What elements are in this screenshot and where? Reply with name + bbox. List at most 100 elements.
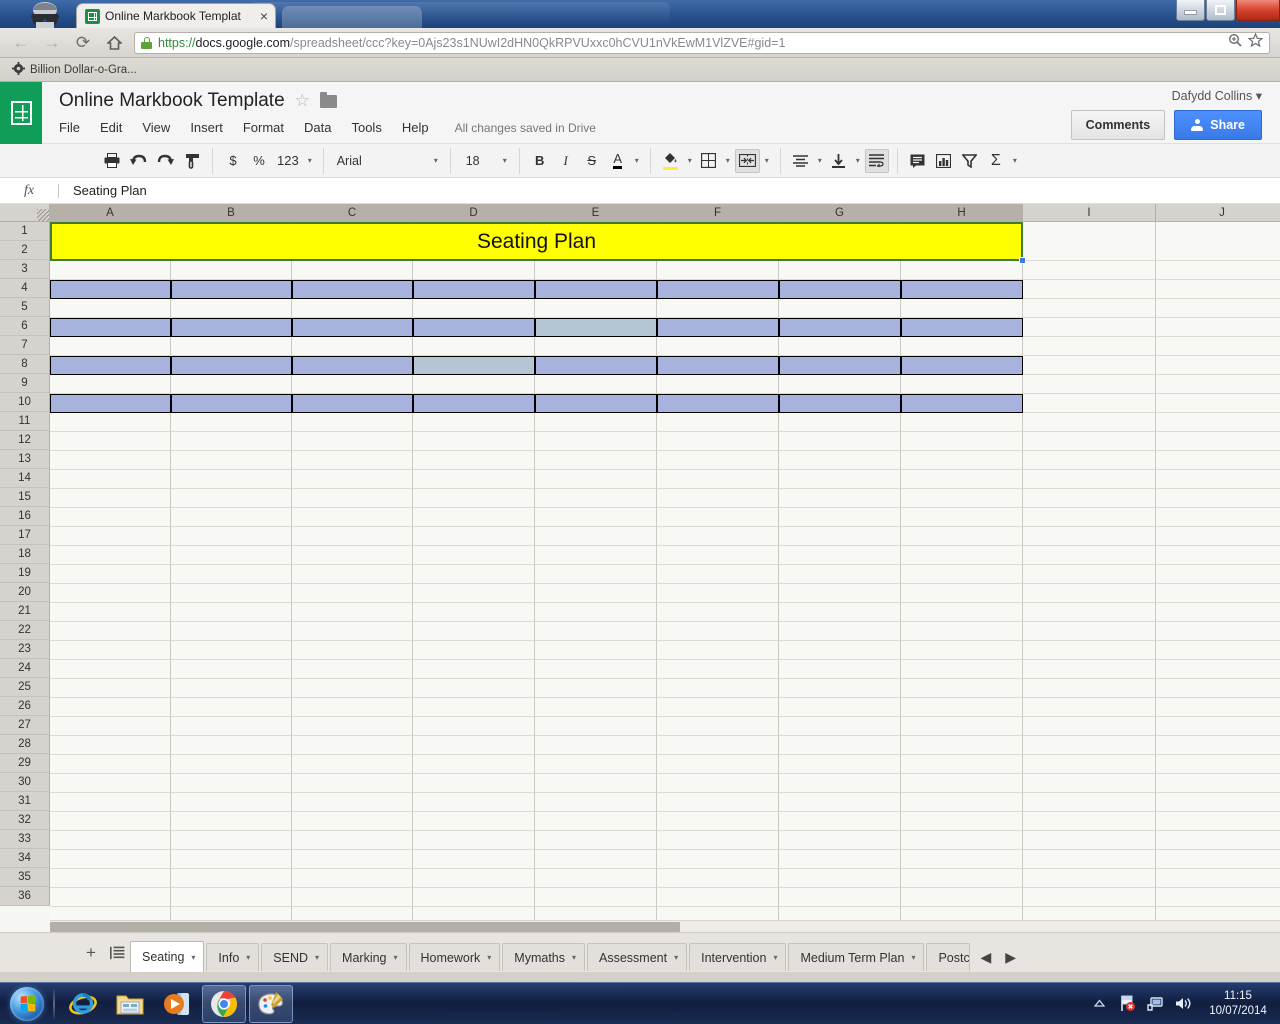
menu-help[interactable]: Help — [392, 118, 439, 137]
cell-d21[interactable] — [413, 622, 535, 641]
cell-g32[interactable] — [779, 831, 901, 850]
cell-i35[interactable] — [1023, 888, 1156, 907]
chart-icon[interactable] — [932, 149, 956, 173]
cell-d8[interactable] — [413, 375, 535, 394]
cell-c35[interactable] — [292, 888, 413, 907]
menu-insert[interactable]: Insert — [180, 118, 233, 137]
cell-c21[interactable] — [292, 622, 413, 641]
cell-a9[interactable] — [50, 394, 171, 413]
cell-b6[interactable] — [171, 337, 292, 356]
cell-e13[interactable] — [535, 470, 657, 489]
cell-c11[interactable] — [292, 432, 413, 451]
cell-f34[interactable] — [657, 869, 779, 888]
cell-e16[interactable] — [535, 527, 657, 546]
row-header-19[interactable]: 19 — [0, 564, 50, 583]
cell-f26[interactable] — [657, 717, 779, 736]
currency-format-button[interactable]: $ — [221, 149, 245, 173]
cell-i2[interactable] — [1023, 261, 1156, 280]
select-all-corner[interactable] — [0, 204, 50, 222]
row-header-23[interactable]: 23 — [0, 640, 50, 659]
cell-h10[interactable] — [901, 413, 1023, 432]
home-icon[interactable] — [101, 31, 127, 55]
cell-h18[interactable] — [901, 565, 1023, 584]
cell-g13[interactable] — [779, 470, 901, 489]
cell-c13[interactable] — [292, 470, 413, 489]
filter-icon[interactable] — [958, 149, 982, 173]
cell-d7[interactable] — [413, 356, 535, 375]
cell-a5[interactable] — [50, 318, 171, 337]
cell-e24[interactable] — [535, 679, 657, 698]
cell-i11[interactable] — [1023, 432, 1156, 451]
cell-c6[interactable] — [292, 337, 413, 356]
cell-b23[interactable] — [171, 660, 292, 679]
cell-e4[interactable] — [535, 299, 657, 318]
cell-a20[interactable] — [50, 603, 171, 622]
cell-g4[interactable] — [779, 299, 901, 318]
cell-b13[interactable] — [171, 470, 292, 489]
cell-e9[interactable] — [535, 394, 657, 413]
cell-e27[interactable] — [535, 736, 657, 755]
percent-format-button[interactable]: % — [247, 149, 271, 173]
cell-i4[interactable] — [1023, 299, 1156, 318]
cell-g18[interactable] — [779, 565, 901, 584]
cell-c18[interactable] — [292, 565, 413, 584]
cell-b29[interactable] — [171, 774, 292, 793]
sheet-tab-caret[interactable]: ▾ — [487, 953, 491, 962]
cell-b14[interactable] — [171, 489, 292, 508]
taskbar-item-internet-explorer[interactable] — [61, 985, 105, 1023]
cell-f25[interactable] — [657, 698, 779, 717]
sheet-tab-caret[interactable]: ▾ — [572, 953, 576, 962]
cell-a19[interactable] — [50, 584, 171, 603]
bold-button[interactable]: B — [528, 149, 552, 173]
cell-c24[interactable] — [292, 679, 413, 698]
cell-j4[interactable] — [1156, 299, 1280, 318]
cell-b31[interactable] — [171, 812, 292, 831]
cell-d4[interactable] — [413, 299, 535, 318]
cell-e14[interactable] — [535, 489, 657, 508]
bookmark-star-icon[interactable] — [1247, 32, 1264, 52]
cell-j22[interactable] — [1156, 641, 1280, 660]
cell-f16[interactable] — [657, 527, 779, 546]
cell-h15[interactable] — [901, 508, 1023, 527]
sheet-tab-intervention[interactable]: Intervention ▾ — [689, 943, 787, 971]
cell-j10[interactable] — [1156, 413, 1280, 432]
cell-c7[interactable] — [292, 356, 413, 375]
cell-a26[interactable] — [50, 717, 171, 736]
cell-f29[interactable] — [657, 774, 779, 793]
cell-h33[interactable] — [901, 850, 1023, 869]
cell-e15[interactable] — [535, 508, 657, 527]
cell-h9[interactable] — [901, 394, 1023, 413]
cell-g25[interactable] — [779, 698, 901, 717]
column-header-f[interactable]: F — [657, 204, 779, 222]
cell-h34[interactable] — [901, 869, 1023, 888]
sheet-tab-send[interactable]: SEND ▾ — [261, 943, 329, 971]
back-icon[interactable]: ← — [8, 31, 34, 55]
sheet-tab-marking[interactable]: Marking ▾ — [330, 943, 407, 971]
cell-c31[interactable] — [292, 812, 413, 831]
cell-e26[interactable] — [535, 717, 657, 736]
cell-j32[interactable] — [1156, 831, 1280, 850]
cell-e30[interactable] — [535, 793, 657, 812]
cell-j15[interactable] — [1156, 508, 1280, 527]
cell-c4[interactable] — [292, 299, 413, 318]
cell-g2[interactable] — [779, 261, 901, 280]
cell-e32[interactable] — [535, 831, 657, 850]
row-header-13[interactable]: 13 — [0, 450, 50, 469]
fill-color-button[interactable] — [659, 149, 683, 173]
cell-c33[interactable] — [292, 850, 413, 869]
cell-b26[interactable] — [171, 717, 292, 736]
cell-g34[interactable] — [779, 869, 901, 888]
cell-a3[interactable] — [50, 280, 171, 299]
cell-b7[interactable] — [171, 356, 292, 375]
cell-c14[interactable] — [292, 489, 413, 508]
cell-c32[interactable] — [292, 831, 413, 850]
cell-d10[interactable] — [413, 413, 535, 432]
add-sheet-button[interactable]: + — [78, 938, 104, 968]
cell-a7[interactable] — [50, 356, 171, 375]
cell-d9[interactable] — [413, 394, 535, 413]
cell-e19[interactable] — [535, 584, 657, 603]
cell-g5[interactable] — [779, 318, 901, 337]
column-header-i[interactable]: I — [1023, 204, 1156, 222]
font-size-select[interactable]: 18 ▾ — [459, 149, 511, 173]
taskbar-item-windows-explorer[interactable] — [108, 985, 152, 1023]
